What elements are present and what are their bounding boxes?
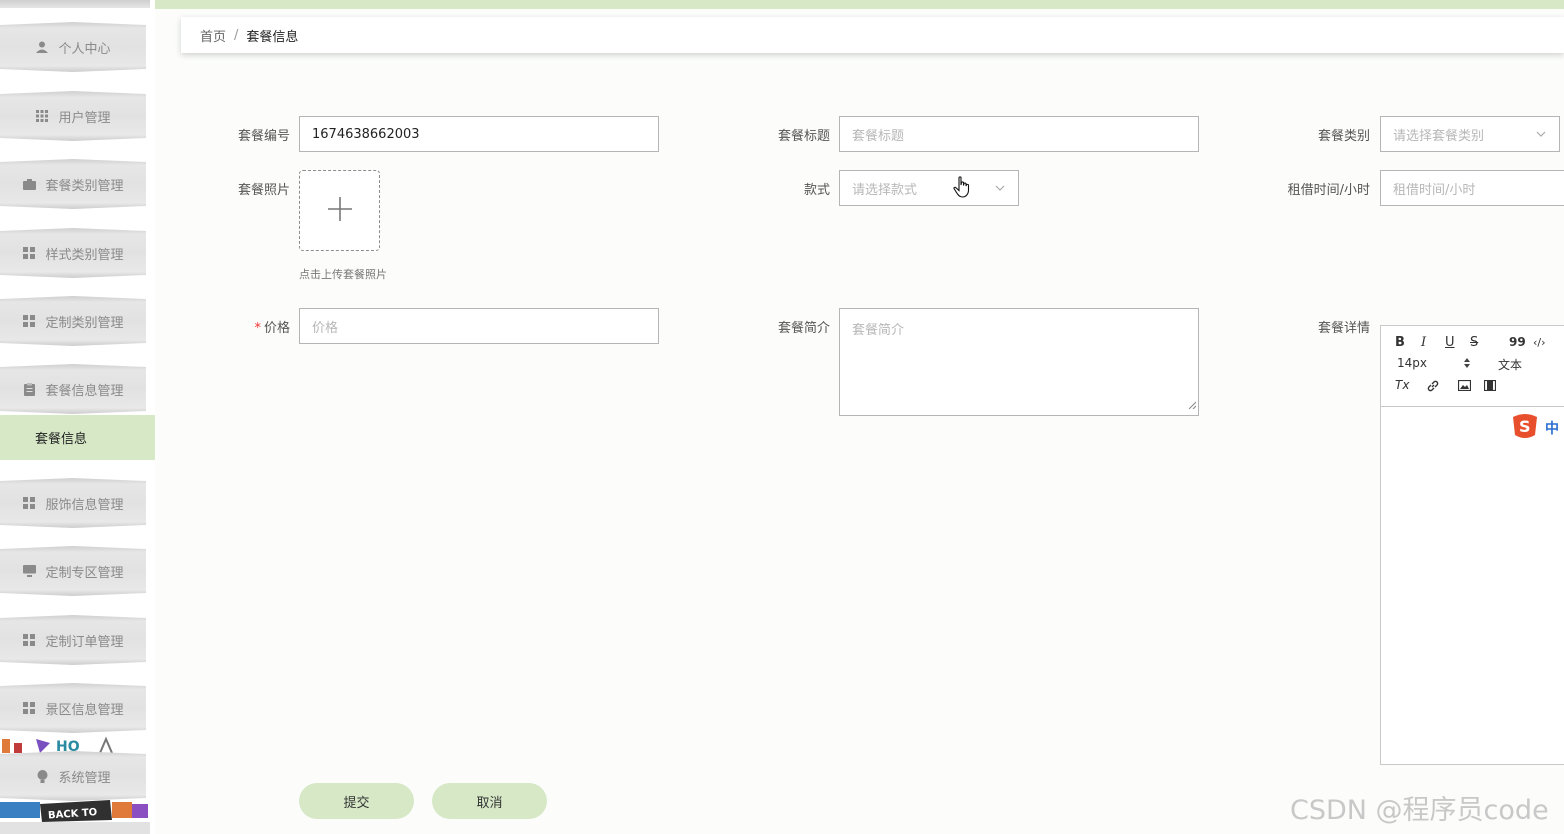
underline-button[interactable]: U bbox=[1445, 335, 1455, 350]
sidebar-item-user-management[interactable]: 用户管理 bbox=[0, 91, 146, 141]
sidebar-illustration-deco: HO bbox=[0, 735, 150, 753]
apps-icon bbox=[22, 246, 36, 260]
font-size-picker[interactable]: 14px bbox=[1397, 356, 1427, 370]
package-title-label: 套餐标题 bbox=[777, 129, 830, 144]
briefcase-icon bbox=[22, 177, 36, 191]
sidebar-item-label: 个人中心 bbox=[58, 41, 111, 57]
chevron-down-icon bbox=[1535, 128, 1547, 144]
editor-toolbar: B I U S 99 ‹/› 14px 文本 Tx bbox=[1381, 326, 1564, 407]
chevron-down-icon bbox=[994, 182, 1006, 198]
svg-text:S: S bbox=[1519, 417, 1531, 436]
top-banner-strip bbox=[155, 0, 1564, 9]
rich-text-editor[interactable]: B I U S 99 ‹/› 14px 文本 Tx bbox=[1380, 325, 1564, 765]
italic-button[interactable]: I bbox=[1421, 335, 1426, 350]
summary-placeholder: 套餐简介 bbox=[852, 323, 905, 338]
video-icon[interactable] bbox=[1483, 379, 1497, 395]
monitor-icon bbox=[22, 564, 36, 578]
user-icon bbox=[35, 40, 49, 54]
sidebar-item-label: 定制订单管理 bbox=[45, 634, 124, 650]
sidebar-item-system[interactable]: 系统管理 bbox=[0, 751, 146, 801]
sidebar-item-label: 定制类别管理 bbox=[45, 315, 124, 331]
rental-hours-input[interactable]: 租借时间/小时 bbox=[1380, 170, 1564, 206]
style-label: 款式 bbox=[803, 183, 830, 198]
bold-button[interactable]: B bbox=[1395, 335, 1405, 350]
blockquote-button[interactable]: 99 bbox=[1509, 335, 1526, 349]
font-size-updown-icon bbox=[1463, 357, 1471, 373]
package-category-label: 套餐类别 bbox=[1317, 129, 1370, 144]
header-picker[interactable]: 文本 bbox=[1498, 356, 1522, 373]
breadcrumb-current: 套餐信息 bbox=[246, 29, 299, 45]
sidebar-item-scenic-info[interactable]: 景区信息管理 bbox=[0, 683, 146, 733]
ime-indicator[interactable]: S 中 bbox=[1509, 413, 1564, 443]
apps-icon bbox=[22, 701, 36, 715]
package-no-label: 套餐编号 bbox=[237, 129, 290, 144]
sidebar-submenu-package-info[interactable]: 套餐信息 bbox=[0, 415, 155, 460]
hand-cursor-icon bbox=[953, 176, 971, 202]
summary-textarea[interactable]: 套餐简介 bbox=[839, 308, 1199, 416]
sidebar-item-label: 用户管理 bbox=[58, 110, 111, 126]
code-block-button[interactable]: ‹/› bbox=[1533, 336, 1546, 349]
package-title-input[interactable]: 套餐标题 bbox=[839, 116, 1199, 152]
link-icon[interactable] bbox=[1426, 379, 1440, 397]
sidebar-item-label: 套餐信息管理 bbox=[45, 383, 124, 399]
grid-icon bbox=[35, 109, 49, 123]
sidebar-item-label: 样式类别管理 bbox=[45, 247, 124, 263]
breadcrumb: 首页 / 套餐信息 bbox=[181, 17, 1564, 53]
photo-upload-button[interactable] bbox=[299, 170, 380, 251]
strike-button[interactable]: S bbox=[1470, 335, 1478, 350]
clean-format-button[interactable]: Tx bbox=[1395, 378, 1409, 392]
sidebar-item-label: 景区信息管理 bbox=[45, 702, 124, 718]
style-select[interactable]: 请选择款式 bbox=[839, 170, 1019, 206]
sidebar-item-package-category[interactable]: 套餐类别管理 bbox=[0, 159, 146, 209]
cancel-button[interactable]: 取消 bbox=[432, 783, 547, 819]
price-input[interactable]: 价格 bbox=[299, 308, 659, 344]
price-label-text: 价格 bbox=[263, 321, 290, 336]
breadcrumb-separator: / bbox=[234, 27, 239, 43]
sidebar-item-label: 套餐类别管理 bbox=[45, 178, 124, 194]
bulb-icon bbox=[35, 769, 49, 783]
apps-icon bbox=[22, 314, 36, 328]
submit-button[interactable]: 提交 bbox=[299, 783, 414, 819]
sidebar-item-package-info[interactable]: 套餐信息管理 bbox=[0, 364, 146, 414]
required-mark: * bbox=[254, 321, 261, 336]
sidebar-item-label: 服饰信息管理 bbox=[45, 497, 124, 513]
package-category-select[interactable]: 请选择套餐类别 bbox=[1380, 116, 1560, 152]
clipboard-icon bbox=[22, 382, 36, 396]
sidebar-top-deco bbox=[0, 0, 150, 8]
sidebar: 个人中心 用户管理 套餐类别管理 样式类别管理 定制类别管理 套餐信息管理 套餐… bbox=[0, 0, 155, 834]
apps-icon bbox=[22, 496, 36, 510]
image-icon[interactable] bbox=[1457, 379, 1472, 395]
sidebar-item-custom-orders[interactable]: 定制订单管理 bbox=[0, 615, 146, 665]
sidebar-back-to-deco: BACK TO bbox=[0, 800, 150, 834]
plus-icon bbox=[327, 196, 353, 226]
sidebar-item-personal-center[interactable]: 个人中心 bbox=[0, 22, 146, 72]
apps-icon bbox=[22, 633, 36, 647]
sidebar-item-custom-zone[interactable]: 定制专区管理 bbox=[0, 546, 146, 596]
sogou-logo-icon: S bbox=[1509, 411, 1541, 445]
photo-upload-hint: 点击上传套餐照片 bbox=[299, 268, 387, 281]
rental-hours-label: 租借时间/小时 bbox=[1287, 183, 1370, 198]
package-photo-label: 套餐照片 bbox=[237, 183, 290, 198]
details-label: 套餐详情 bbox=[1317, 321, 1370, 336]
deco-text: HO bbox=[56, 739, 80, 753]
package-no-input[interactable]: 1674638662003 bbox=[299, 116, 659, 152]
sidebar-item-style-category[interactable]: 样式类别管理 bbox=[0, 228, 146, 278]
sidebar-item-label: 定制专区管理 bbox=[45, 565, 124, 581]
breadcrumb-home[interactable]: 首页 bbox=[200, 26, 226, 45]
sidebar-item-custom-category[interactable]: 定制类别管理 bbox=[0, 296, 146, 346]
summary-label: 套餐简介 bbox=[777, 321, 830, 336]
ime-mode-badge: 中 bbox=[1545, 421, 1559, 437]
resize-handle-icon[interactable] bbox=[1188, 398, 1197, 413]
price-label: * 价格 bbox=[200, 317, 290, 336]
sidebar-item-label: 系统管理 bbox=[58, 770, 111, 786]
sidebar-item-clothing-info[interactable]: 服饰信息管理 bbox=[0, 478, 146, 528]
package-category-placeholder: 请选择套餐类别 bbox=[1393, 128, 1485, 144]
watermark: CSDN @程序员code bbox=[1290, 795, 1549, 826]
style-placeholder: 请选择款式 bbox=[852, 182, 918, 198]
